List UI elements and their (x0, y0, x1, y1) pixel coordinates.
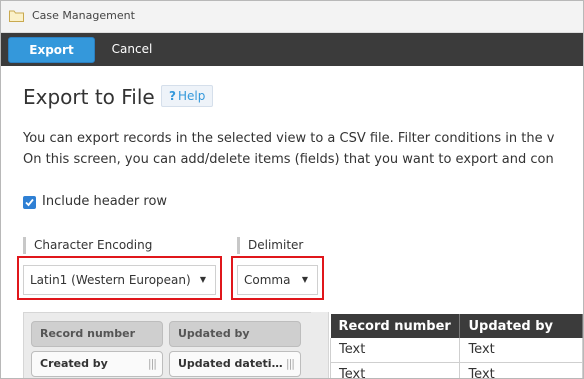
help-label: Help (177, 89, 206, 103)
delimiter-value: Comma (244, 273, 291, 287)
table-header-row: Record number Updated by (330, 314, 583, 338)
table-cell: Text (329, 338, 461, 363)
help-button[interactable]: ? Help (161, 85, 214, 107)
table-cell: Text (459, 362, 583, 378)
field-chip-updated-by[interactable]: Updated by (169, 321, 301, 347)
delimiter-select[interactable]: Comma ▼ (237, 265, 318, 295)
character-encoding-value: Latin1 (Western European) (30, 273, 191, 287)
title-bar: Case Management (1, 1, 583, 33)
page-title: Export to File (23, 85, 155, 109)
export-button[interactable]: Export (8, 37, 95, 63)
drag-handle-icon[interactable]: ||| (286, 352, 295, 376)
table-row: Text Text (329, 338, 583, 363)
description-line-2: On this screen, you can add/delete items… (23, 152, 554, 167)
folder-icon (9, 10, 24, 22)
cancel-button[interactable]: Cancel (105, 37, 159, 63)
column-header: Record number (330, 314, 461, 338)
help-icon: ? (169, 89, 176, 103)
field-chip-label: Updated dateti… (178, 357, 283, 370)
character-encoding-select[interactable]: Latin1 (Western European) ▼ (23, 265, 216, 295)
dropdown-arrow-icon: ▼ (199, 275, 206, 284)
description: You can export records in the selected v… (23, 128, 583, 170)
checkmark-icon (25, 198, 34, 207)
export-preview-table: Record number Updated by Text Text Text … (329, 314, 583, 378)
include-header-checkbox[interactable] (23, 196, 36, 209)
field-chip-label: Created by (40, 357, 108, 370)
table-row: Text Text (329, 362, 583, 378)
panel-divider (311, 312, 329, 378)
column-header: Updated by (459, 314, 583, 338)
delimiter-label: Delimiter (237, 237, 303, 254)
export-dialog-window: Case Management Export Cancel Export to … (0, 0, 584, 379)
character-encoding-label: Character Encoding (23, 237, 152, 254)
field-chip-created-by[interactable]: Created by ||| (31, 351, 163, 377)
description-line-1: You can export records in the selected v… (23, 131, 555, 146)
toolbar: Export Cancel (1, 33, 583, 66)
include-header-label: Include header row (42, 194, 168, 209)
table-cell: Text (329, 362, 461, 378)
dropdown-arrow-icon: ▼ (301, 275, 308, 284)
drag-handle-icon[interactable]: ||| (148, 352, 157, 376)
field-list-panel: Record number Updated by Created by ||| U… (23, 312, 329, 378)
table-cell: Text (459, 338, 583, 363)
field-chip-updated-datetime[interactable]: Updated dateti… ||| (169, 351, 301, 377)
field-chip-record-number[interactable]: Record number (31, 321, 163, 347)
window-title: Case Management (32, 9, 135, 22)
